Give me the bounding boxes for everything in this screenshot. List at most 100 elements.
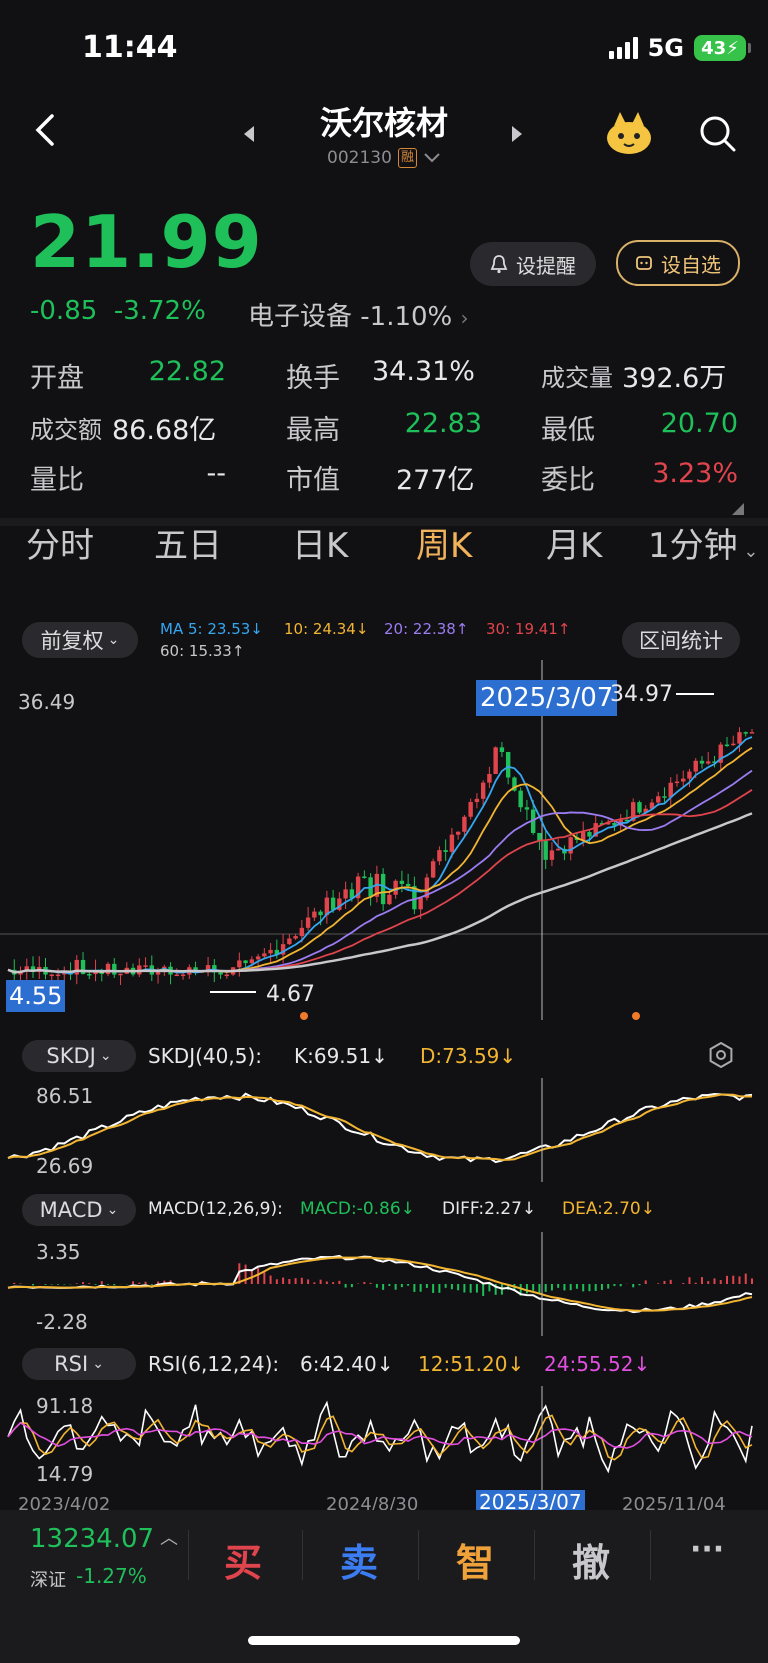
stat-label-mktcap: 市值 [286, 465, 340, 496]
candle-body [55, 974, 61, 977]
candle-body [112, 963, 117, 975]
rsi-name: RSI [54, 1352, 89, 1376]
buy-button[interactable]: 买 [224, 1532, 262, 1587]
cursor-date-label: 2025/3/07 [476, 680, 618, 716]
rsi-bottom-label: 14.79 [36, 1462, 94, 1486]
tab-minute[interactable]: 1分钟 ⌄ [648, 518, 758, 567]
candle-body [637, 802, 642, 813]
stat-value-volratio: -- [206, 458, 227, 489]
candle-body [362, 876, 367, 879]
skdj-title: SKDJ(40,5): [148, 1044, 262, 1068]
stat-label-high: 最高 [286, 415, 340, 446]
candle-body [568, 837, 573, 854]
index-value[interactable]: 13234.07 [30, 1524, 154, 1554]
rsi-chart[interactable] [0, 1386, 768, 1490]
candle-body [731, 743, 736, 746]
watchlist-icon [636, 256, 652, 270]
sector-link[interactable]: 电子设备 -1.10% › [248, 296, 469, 333]
skdj-dropdown[interactable]: SKDJ ⌄ [22, 1040, 136, 1072]
set-alert-button[interactable]: 设提醒 [470, 242, 596, 286]
candle-body [262, 953, 267, 957]
candle-body [249, 959, 255, 964]
current-price: 21.99 [30, 200, 263, 284]
bar-divider [418, 1530, 419, 1580]
index-expand-icon[interactable]: ︿ [160, 1524, 178, 1550]
bar-divider [650, 1530, 651, 1580]
macd-value: MACD:-0.86↓ [300, 1199, 415, 1219]
candle-body [687, 771, 692, 779]
candle-body [299, 927, 305, 937]
tab-daily-k[interactable]: 日K [292, 518, 348, 567]
stat-label-amount: 成交额 [30, 416, 102, 444]
stat-label-open: 开盘 [30, 363, 84, 394]
candle-body [462, 816, 467, 832]
home-indicator [248, 1636, 520, 1645]
candle-body [105, 963, 111, 974]
ma30-legend: 30: 19.41↑ [486, 620, 571, 638]
marker-dot [300, 1012, 308, 1020]
period-tabs: 分时 五日 日K 周K 月K 1分钟 ⌄ [0, 508, 768, 572]
ma60-legend: 60: 15.33↑ [160, 642, 245, 660]
candle-body [387, 894, 392, 905]
candle-body [743, 732, 748, 734]
mascot-icon[interactable] [604, 110, 654, 156]
stat-value-volume: 392.6万 [622, 363, 727, 394]
candle-body [737, 732, 742, 744]
candle-body [555, 848, 561, 851]
stat-label-volume: 成交量 [541, 364, 613, 392]
candle-body [699, 760, 705, 764]
candle-body [255, 956, 261, 960]
cancel-order-button[interactable]: 撤 [572, 1532, 610, 1587]
candle-body [380, 873, 386, 905]
more-icon[interactable]: ··· [690, 1532, 724, 1567]
range-stats-button[interactable]: 区间统计 [622, 622, 740, 658]
bar-divider [188, 1530, 189, 1580]
ma-line-30 [7, 789, 753, 974]
sell-button[interactable]: 卖 [340, 1532, 378, 1587]
rsi-top-label: 91.18 [36, 1394, 94, 1418]
macd-chart[interactable] [0, 1232, 768, 1336]
tab-intraday[interactable]: 分时 [26, 518, 94, 567]
candle-body [287, 938, 292, 945]
adjust-dropdown[interactable]: 前复权 ⌄ [22, 622, 138, 658]
stat-value-turnover: 34.31% [372, 356, 475, 387]
skdj-chart[interactable] [0, 1078, 768, 1182]
kline-chart[interactable] [0, 660, 768, 1020]
candle-body [330, 897, 336, 910]
rsi-dropdown[interactable]: RSI ⌄ [22, 1348, 136, 1380]
rsi-6-line [7, 1400, 753, 1474]
candle-body [487, 773, 492, 783]
skdj-k-line [7, 1092, 753, 1164]
candle-body [468, 802, 473, 817]
skdj-k: K:69.51↓ [294, 1044, 388, 1068]
search-icon[interactable] [698, 114, 738, 154]
margin-badge: 融 [397, 148, 417, 168]
change-value: -0.85 [30, 296, 98, 326]
bar-divider [302, 1530, 303, 1580]
candle-body [268, 949, 273, 954]
candle-body [656, 796, 661, 803]
candle-body [118, 973, 123, 976]
tab-monthly-k[interactable]: 月K [546, 518, 602, 567]
macd-dropdown[interactable]: MACD ⌄ [22, 1194, 136, 1226]
stock-code: 002130 [327, 148, 392, 168]
candle-body [237, 960, 242, 968]
candle-body [693, 760, 698, 772]
index-name: 深证 [30, 1570, 66, 1591]
sector-percent: -1.10% [360, 302, 453, 332]
add-watchlist-button[interactable]: 设自选 [616, 240, 740, 286]
rsi-6: 6:42.40↓ [300, 1352, 394, 1376]
candle-body [312, 911, 317, 918]
settings-icon[interactable] [708, 1041, 734, 1072]
rsi-12: 12:51.20↓ [418, 1352, 525, 1376]
smart-button[interactable]: 智 [456, 1532, 494, 1587]
candle-body [174, 974, 180, 977]
tab-weekly-k[interactable]: 周K [416, 518, 472, 567]
status-right: 5G 43 ⚡ [608, 34, 751, 62]
battery-icon: 43 ⚡ [694, 35, 751, 61]
change-percent: -3.72% [113, 296, 206, 326]
candle-body [87, 973, 92, 976]
candle-body [180, 974, 186, 977]
macd-dea: DEA:2.70↓ [562, 1199, 655, 1219]
tab-five-day[interactable]: 五日 [154, 518, 222, 567]
